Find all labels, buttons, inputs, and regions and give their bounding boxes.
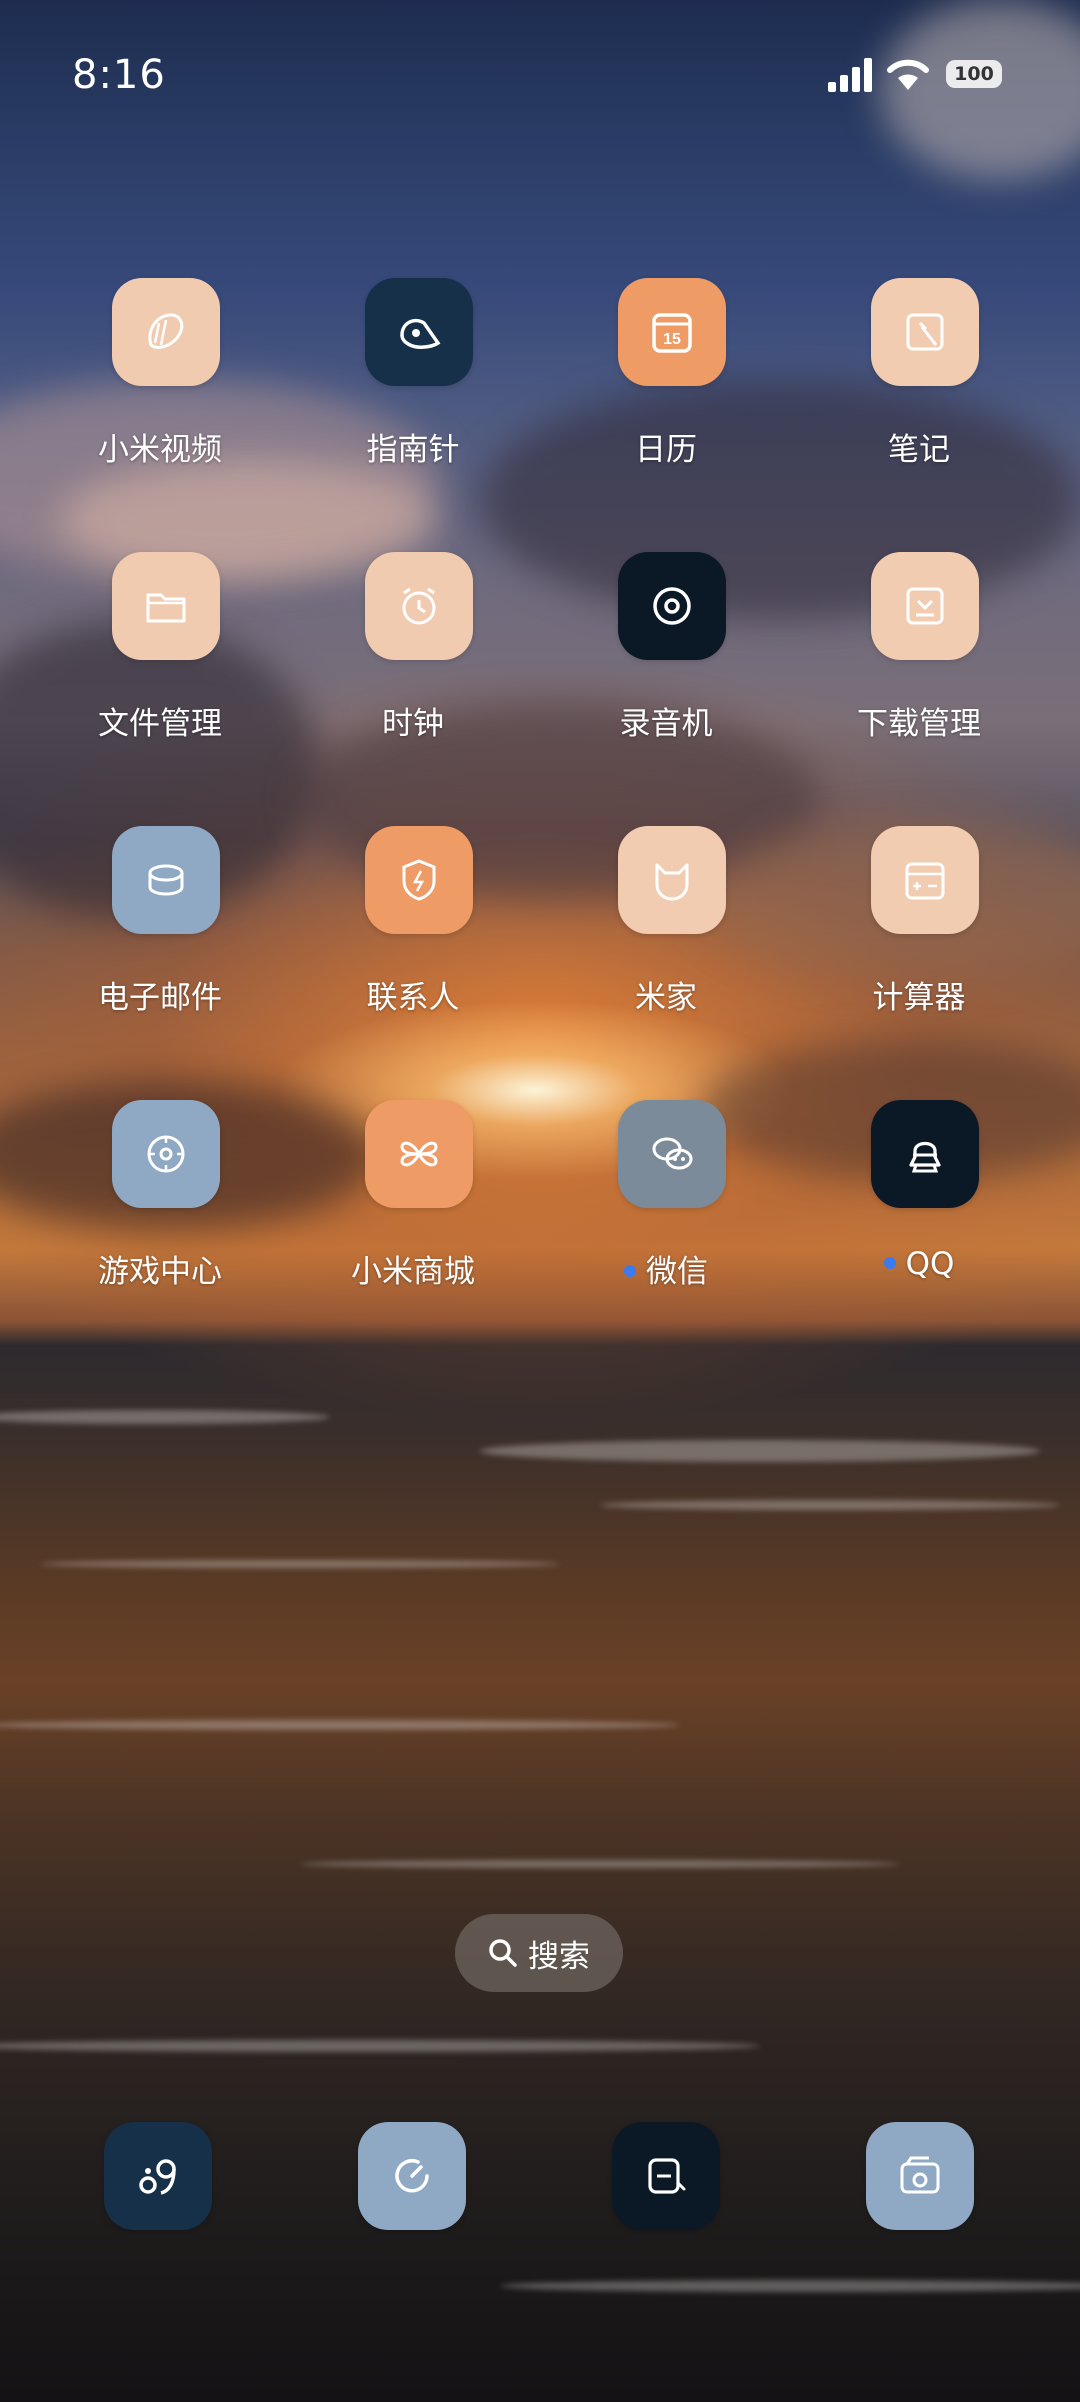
app-label-text: 下载管理 [857,706,981,742]
app-label-text: 联系人 [366,980,460,1016]
app-label-text: 指南针 [366,432,460,468]
video-icon [112,278,220,386]
app-label: 米家 [556,972,776,1017]
game-center-icon [112,1100,220,1208]
app-mijia[interactable]: 米家 [566,826,766,1056]
clock-icon [365,552,473,660]
dock-phone-app-button[interactable] [104,2122,212,2230]
search-button[interactable]: 搜索 [455,1914,623,1992]
app-label-text: 微信 [646,1254,708,1290]
dock-messages-button[interactable] [612,2122,720,2230]
app-download[interactable]: 下载管理 [819,552,1019,782]
search-icon [489,1939,517,1967]
mi-store-icon [365,1100,473,1208]
phone-app-icon [131,2149,185,2203]
wallpaper-wave [0,1720,680,1730]
app-label: 小米商城 [303,1246,523,1291]
wallpaper-wave [0,2040,760,2052]
app-calendar[interactable]: 15 日历 [566,278,766,508]
app-label-text: 小米视频 [98,432,222,468]
dock-browser-button[interactable] [358,2122,466,2230]
contacts-icon [365,826,473,934]
app-notes[interactable]: 笔记 [819,278,1019,508]
app-recorder[interactable]: 录音机 [566,552,766,782]
wallpaper-wave [0,1410,330,1424]
app-label: 日历 [556,424,776,469]
app-label: 文件管理 [50,698,270,743]
wallpaper-wave [480,1440,1040,1462]
app-label: 笔记 [809,424,1029,469]
app-folder[interactable]: 文件管理 [60,552,260,782]
app-video[interactable]: 小米视频 [60,278,260,508]
search-label: 搜索 [528,1938,590,1975]
wallpaper-wave [300,1860,900,1868]
app-label: 微信 [556,1246,776,1291]
app-clock[interactable]: 时钟 [313,552,513,782]
messages-icon [639,2149,693,2203]
app-label-text: 时钟 [382,706,444,742]
app-calculator[interactable]: 计算器 [819,826,1019,1056]
app-qq[interactable]: QQ [819,1100,1019,1330]
email-icon [112,826,220,934]
app-mi-store[interactable]: 小米商城 [313,1100,513,1330]
app-label-text: 文件管理 [98,706,222,742]
status-bar: 8:16 100 [0,0,1080,150]
app-label: 录音机 [556,698,776,743]
compass-icon [365,278,473,386]
home-screen: 8:16 100 小米视频 指南针 15 日历 笔记文件管理 时钟 录音机 下载管理电子邮件 联… [0,0,1080,2402]
app-label: 下载管理 [809,698,1029,743]
app-label: QQ [809,1246,1029,1282]
app-label: 时钟 [303,698,523,743]
folder-icon [112,552,220,660]
app-label: 游戏中心 [50,1246,270,1291]
wallpaper-wave [600,1500,1060,1510]
download-icon [871,552,979,660]
app-label: 计算器 [809,972,1029,1017]
app-email[interactable]: 电子邮件 [60,826,260,1056]
app-game-center[interactable]: 游戏中心 [60,1100,260,1330]
battery-indicator: 100 [946,60,1002,88]
wallpaper-wave [500,2280,1080,2292]
camera-icon [893,2149,947,2203]
wifi-icon [887,59,929,90]
app-label-text: 日历 [635,432,697,468]
app-label-text: 录音机 [619,706,713,742]
browser-icon [385,2149,439,2203]
calculator-icon [871,826,979,934]
app-label-text: 笔记 [888,432,950,468]
dock-camera-button[interactable] [866,2122,974,2230]
new-indicator-dot [883,1256,896,1269]
app-label-text: 电子邮件 [98,980,222,1016]
cellular-signal-icon [828,58,872,92]
app-label-text: 小米商城 [351,1254,475,1290]
app-label: 指南针 [303,424,523,469]
app-label-text: 游戏中心 [98,1254,222,1290]
status-time: 8:16 [72,52,166,98]
app-label-text: 米家 [635,980,697,1016]
calendar-day-text: 15 [663,331,681,348]
app-compass[interactable]: 指南针 [313,278,513,508]
recorder-icon [618,552,726,660]
app-label-text: 计算器 [872,980,966,1016]
app-contacts[interactable]: 联系人 [313,826,513,1056]
app-label: 联系人 [303,972,523,1017]
wechat-icon [618,1100,726,1208]
notes-icon [871,278,979,386]
calendar-icon: 15 [618,278,726,386]
app-label: 电子邮件 [50,972,270,1017]
app-label: 小米视频 [50,424,270,469]
qq-icon [871,1100,979,1208]
mijia-icon [618,826,726,934]
app-label-text: QQ [905,1246,955,1282]
wallpaper-wave [40,1560,560,1568]
new-indicator-dot [624,1264,636,1277]
app-wechat[interactable]: 微信 [566,1100,766,1330]
